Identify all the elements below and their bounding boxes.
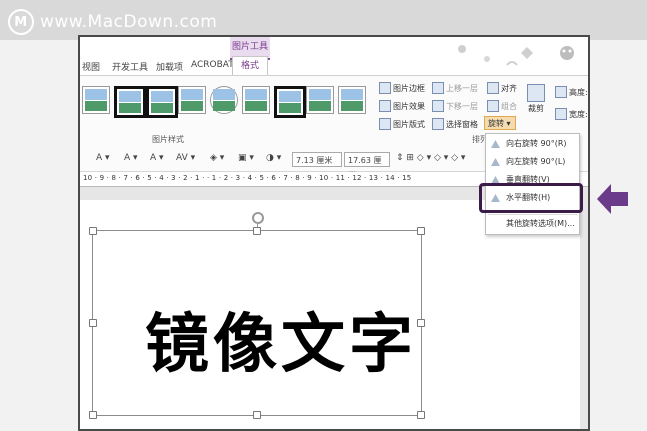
mirror-text: 镜像文字: [145, 308, 417, 382]
resize-handle-w[interactable]: [89, 319, 97, 327]
resize-handle-sw[interactable]: [89, 411, 97, 419]
font-color-button[interactable]: A ▾: [96, 153, 110, 163]
shape-effects-button[interactable]: ◑ ▾: [266, 153, 281, 163]
word-window: 视图 开发工具 加载项 ACROBAT 图片工具 格式 图片样式 图片边框 图片…: [78, 35, 590, 431]
pointer-arrow-icon: [597, 184, 628, 214]
picture-style-6[interactable]: [242, 86, 270, 114]
resize-handle-s[interactable]: [253, 411, 261, 419]
bring-forward-button[interactable]: 上移一层: [432, 82, 478, 94]
tab-format[interactable]: 格式: [232, 56, 268, 77]
picture-styles-group-label: 图片样式: [152, 135, 184, 144]
tab-view[interactable]: 视图: [82, 60, 100, 73]
picture-style-8[interactable]: [306, 86, 334, 114]
char-spacing-button[interactable]: AV ▾: [176, 153, 195, 163]
picture-layout-button[interactable]: 图片版式: [379, 118, 425, 130]
crop-icon: [527, 84, 545, 102]
highlight-box: [479, 183, 583, 213]
picture-layout-icon: [379, 118, 391, 130]
line-color-button[interactable]: ▣ ▾: [238, 153, 254, 163]
watermark: M www.MacDown.com: [8, 9, 217, 35]
decorative-doodles-icon: [458, 45, 574, 66]
highlight-button[interactable]: A ▾: [124, 153, 138, 163]
selection-pane-icon: [432, 118, 444, 130]
tab-acrobat[interactable]: ACROBAT: [191, 60, 234, 70]
tab-addins[interactable]: 加载项: [156, 60, 183, 73]
width-spinbox[interactable]: 17.63 厘米: [344, 152, 390, 180]
resize-handle-se[interactable]: [417, 411, 425, 419]
height-field[interactable]: 高度:: [555, 86, 588, 98]
toolbar-icons[interactable]: ⇕ ⊞ ◇ ▾ ◇ ▾ ◇ ▾: [396, 153, 465, 163]
selection-pane-button[interactable]: 选择窗格: [432, 118, 478, 130]
resize-handle-nw[interactable]: [89, 227, 97, 235]
picture-effects-button[interactable]: 图片效果: [379, 100, 425, 112]
picture-effects-icon: [379, 100, 391, 112]
menu-item-more-rotation[interactable]: 其他旋转选项(M)...: [486, 216, 579, 232]
picture-style-3[interactable]: [146, 86, 178, 118]
resize-handle-n[interactable]: [253, 227, 261, 235]
height-icon: [555, 86, 567, 98]
menu-item-rotate-right[interactable]: 向右旋转 90°(R): [486, 136, 579, 152]
rotate-handle-icon[interactable]: [252, 212, 264, 224]
fill-color-button[interactable]: ◈ ▾: [210, 153, 224, 163]
group-button[interactable]: 组合: [487, 100, 517, 112]
text-effects-button[interactable]: A ▾: [150, 153, 164, 163]
picture-style-1[interactable]: [82, 86, 110, 114]
tab-developer[interactable]: 开发工具: [112, 60, 148, 73]
ribbon-tabs: 视图 开发工具 加载项 ACROBAT 图片工具 格式: [80, 37, 588, 77]
menu-item-rotate-left[interactable]: 向左旋转 90°(L): [486, 154, 579, 170]
rotate-button[interactable]: 旋转 ▾: [484, 116, 516, 130]
width-icon: [555, 108, 567, 120]
watermark-text: www.MacDown.com: [40, 12, 218, 32]
send-backward-button[interactable]: 下移一层: [432, 100, 478, 112]
bring-forward-icon: [432, 82, 444, 94]
picture-style-9[interactable]: [338, 86, 366, 114]
resize-handle-e[interactable]: [417, 319, 425, 327]
group-icon: [487, 100, 499, 112]
rotate-right-icon: [491, 140, 500, 148]
crop-button[interactable]: 裁剪: [527, 84, 545, 114]
rotate-left-icon: [491, 158, 500, 166]
picture-style-7[interactable]: [274, 86, 306, 118]
selected-picture[interactable]: 镜像文字: [89, 227, 425, 419]
picture-style-5[interactable]: [210, 86, 238, 114]
resize-handle-ne[interactable]: [417, 227, 425, 235]
height-spinbox[interactable]: 7.13 厘米: [292, 152, 342, 167]
picture-style-4[interactable]: [178, 86, 206, 114]
width-field[interactable]: 宽度:: [555, 108, 588, 120]
picture-border-icon: [379, 82, 391, 94]
picture-style-2[interactable]: [114, 86, 146, 118]
send-backward-icon: [432, 100, 444, 112]
align-button[interactable]: 对齐: [487, 82, 517, 94]
align-icon: [487, 82, 499, 94]
picture-border-button[interactable]: 图片边框: [379, 82, 425, 94]
macdown-logo-icon: M: [8, 9, 34, 35]
